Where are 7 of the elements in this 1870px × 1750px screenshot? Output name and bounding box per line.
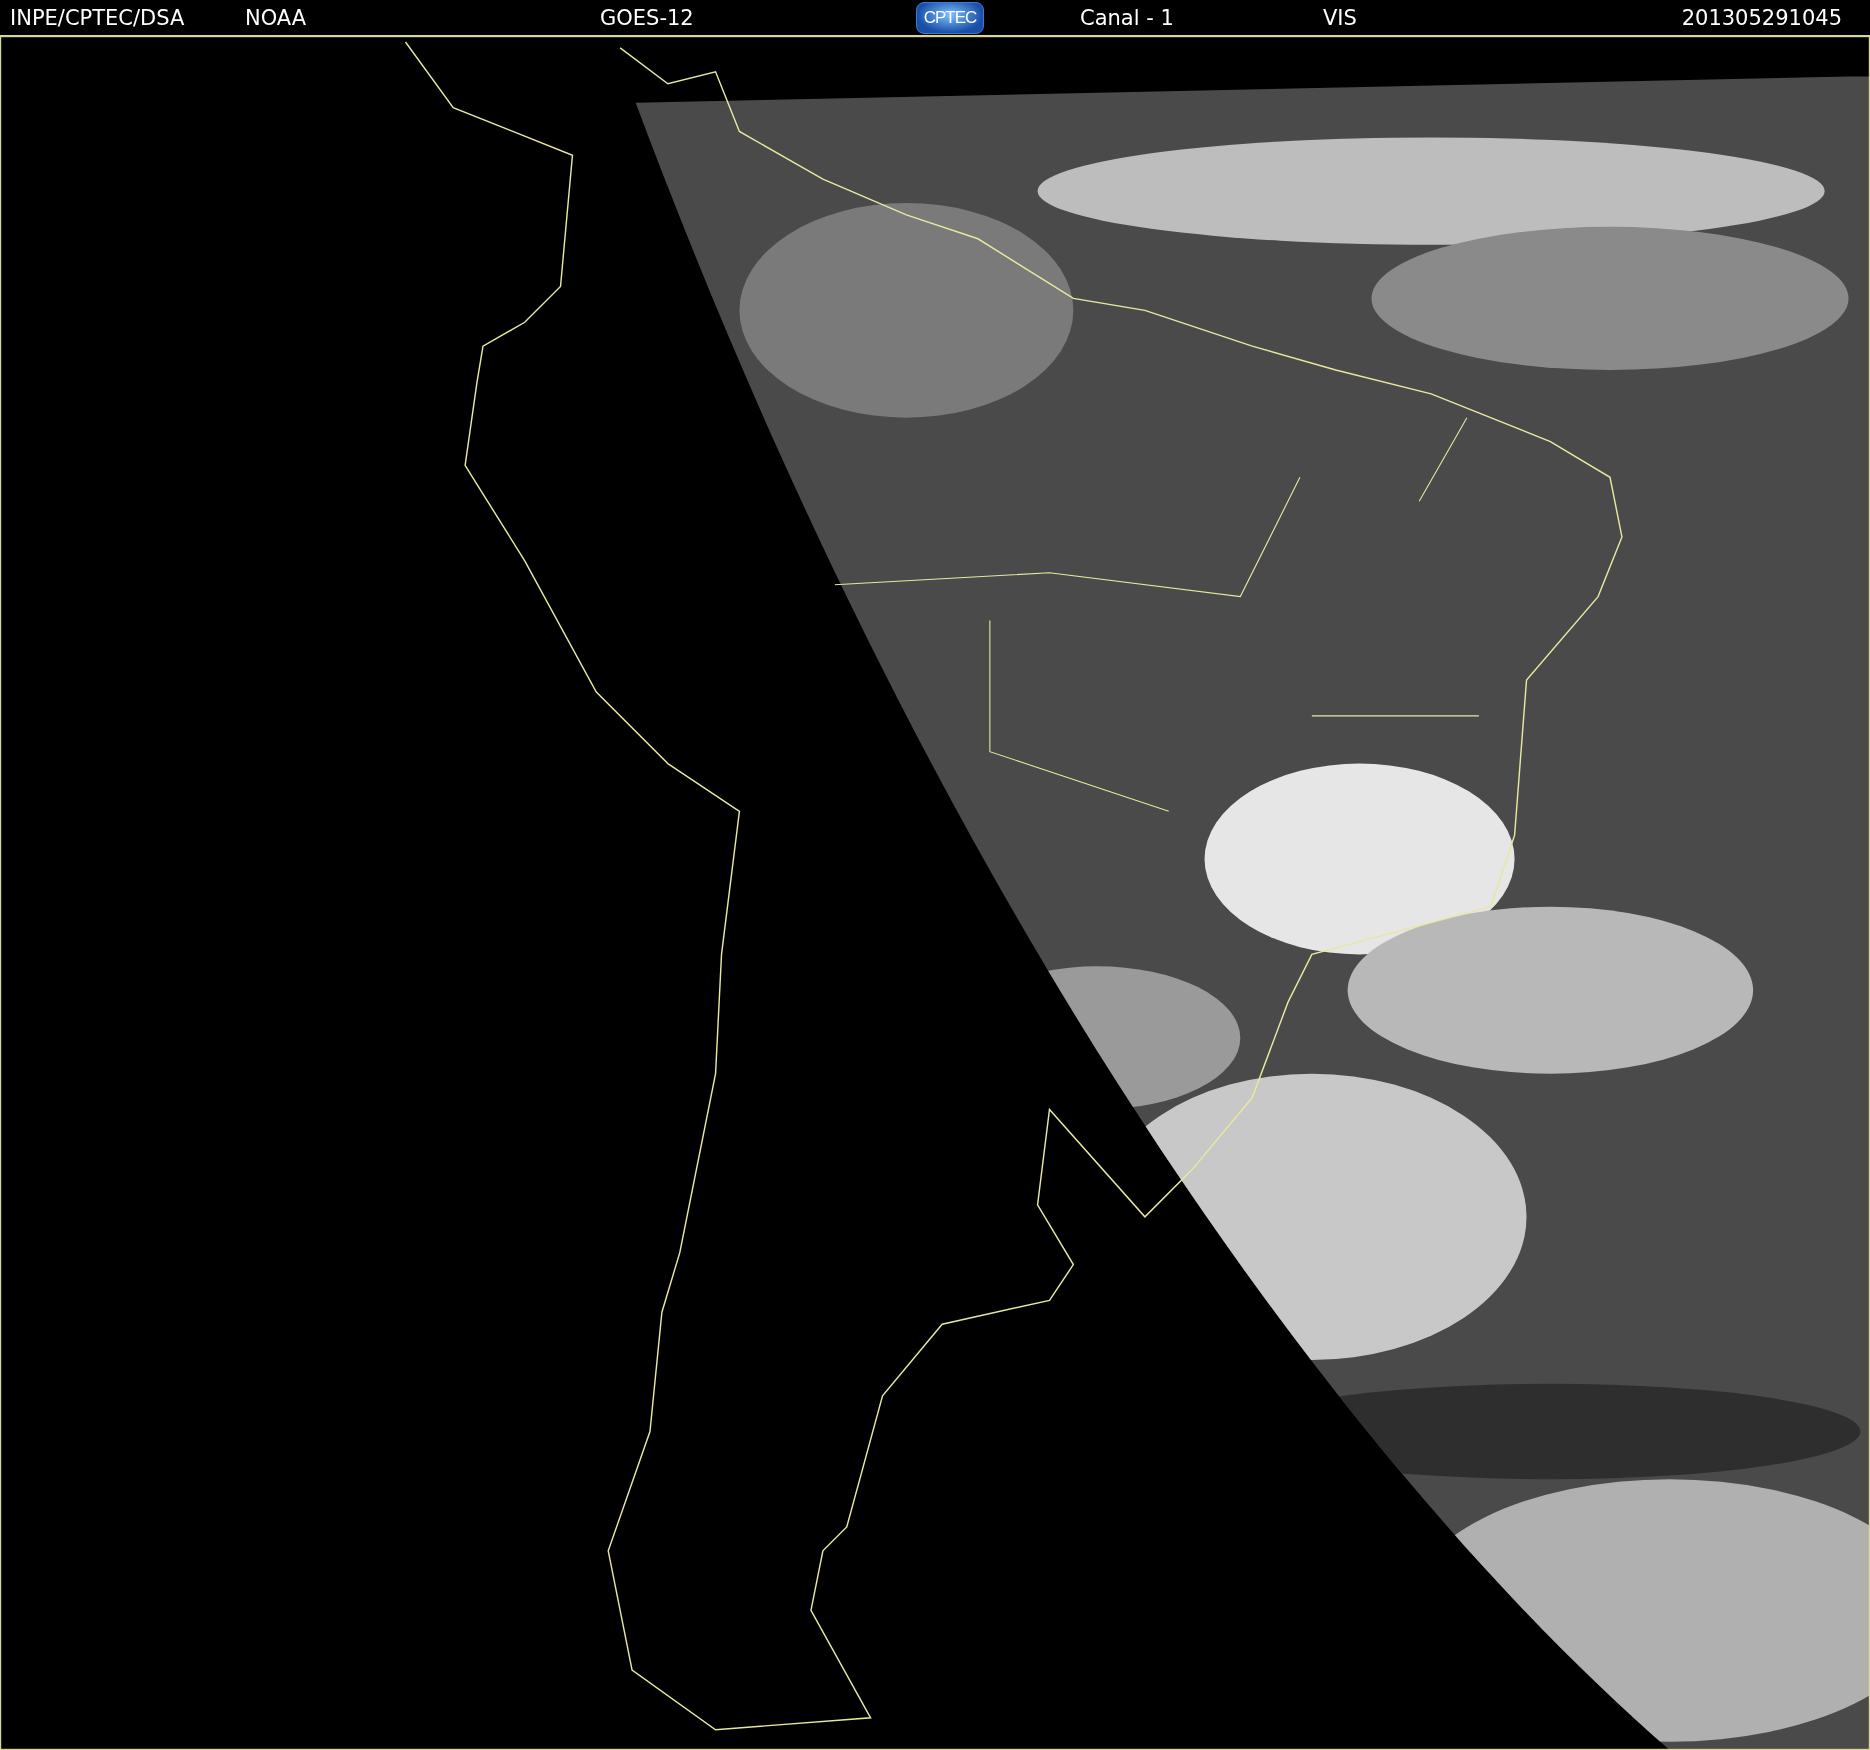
channel-label: Canal - 1 [1080, 5, 1174, 30]
satellite-label: GOES-12 [600, 5, 694, 30]
timestamp-label: 201305291045 [1681, 5, 1842, 30]
agency-label: INPE/CPTEC/DSA [10, 5, 185, 30]
source-label: NOAA [245, 5, 307, 30]
cptec-logo: CPTEC [916, 1, 984, 34]
band-label: VIS [1323, 5, 1357, 30]
